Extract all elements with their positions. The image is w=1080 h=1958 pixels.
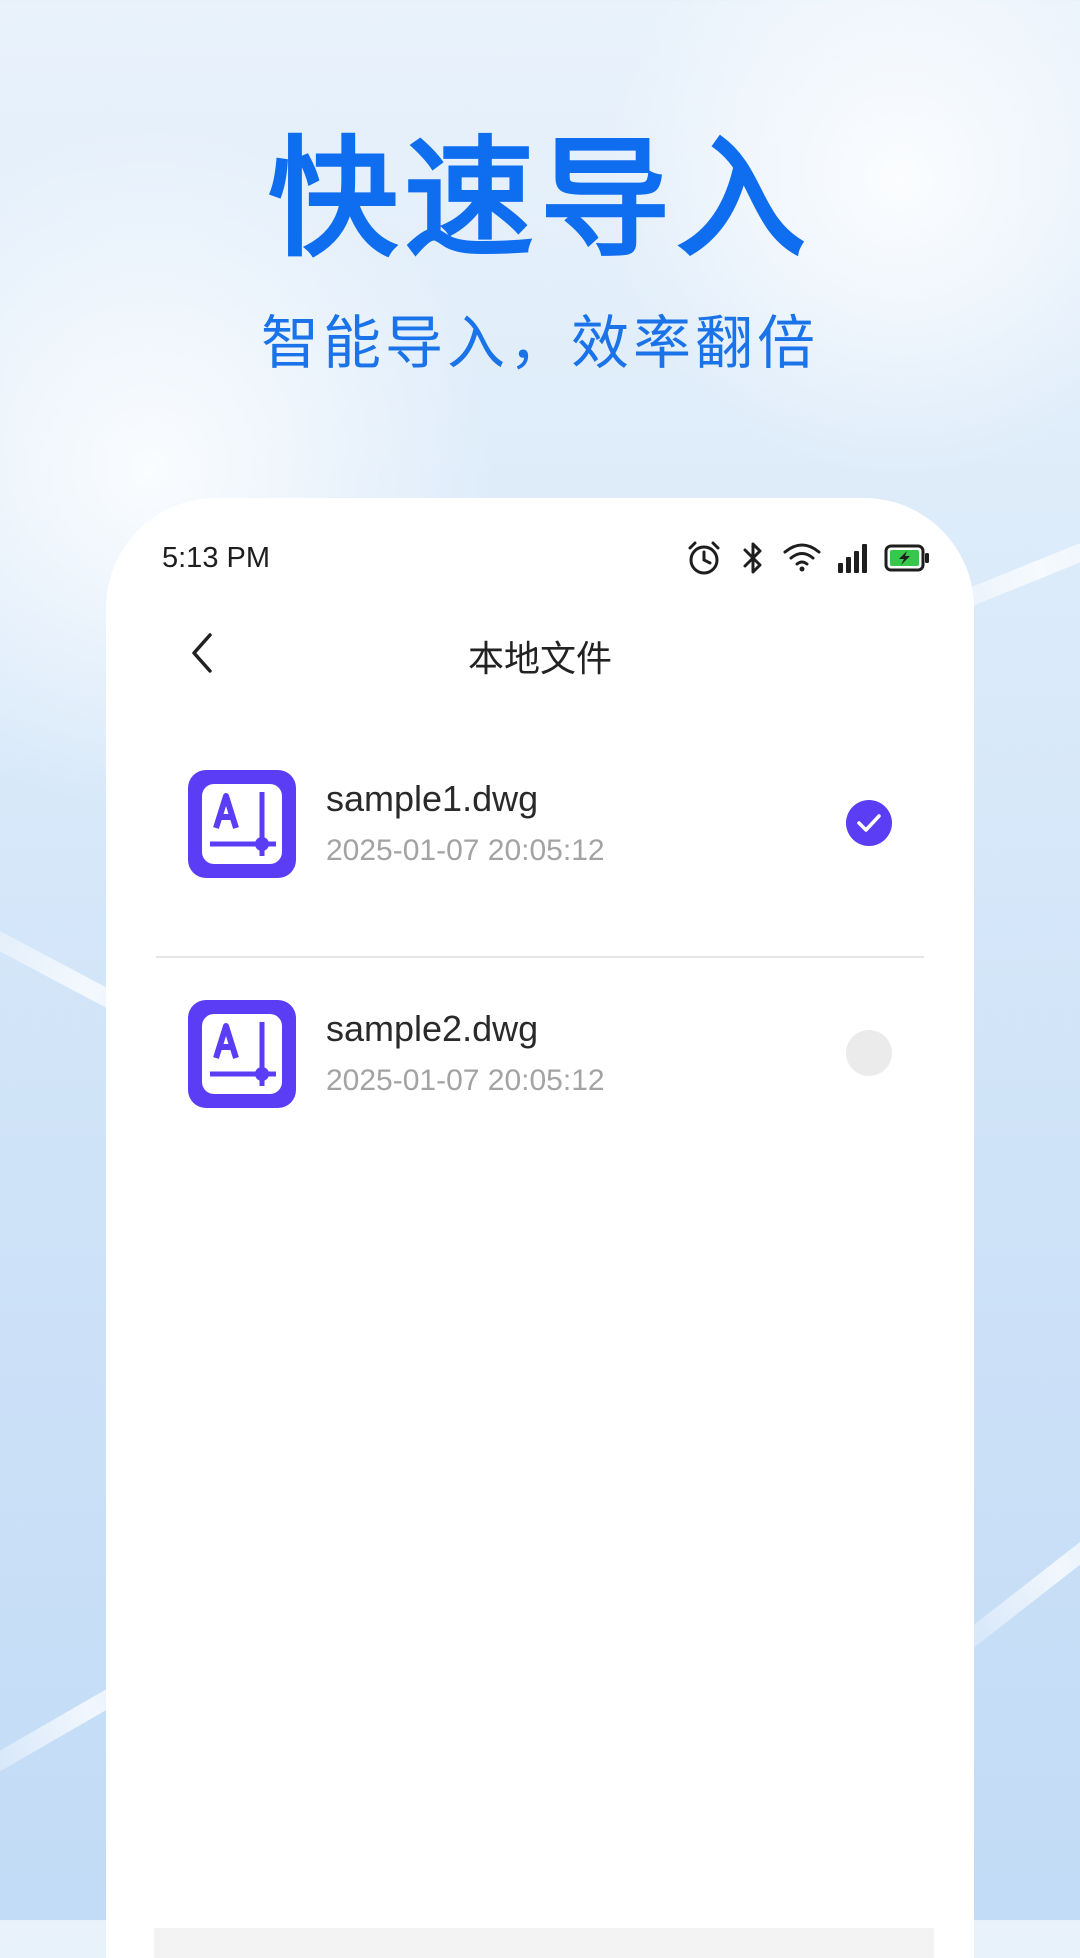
file-list-item[interactable]: sample1.dwg 2025-01-07 20:05:12 bbox=[106, 728, 974, 958]
wifi-icon bbox=[782, 540, 822, 576]
bluetooth-icon bbox=[738, 538, 768, 578]
unselected-circle-icon[interactable] bbox=[846, 1030, 892, 1076]
file-name: sample2.dwg bbox=[326, 1008, 539, 1049]
dwg-file-icon bbox=[188, 1000, 296, 1108]
status-bar: 5:13 PM bbox=[162, 536, 930, 580]
file-date: 2025-01-07 20:05:12 bbox=[326, 834, 605, 867]
file-name: sample1.dwg bbox=[326, 778, 539, 819]
signal-icon bbox=[836, 541, 870, 575]
status-icons bbox=[684, 538, 930, 578]
selected-check-icon[interactable] bbox=[846, 800, 892, 846]
battery-charging-icon bbox=[884, 543, 930, 573]
file-date: 2025-01-07 20:05:12 bbox=[326, 1064, 605, 1097]
status-time: 5:13 PM bbox=[162, 541, 270, 574]
bottom-bar bbox=[154, 1928, 934, 1958]
hero-title: 快速导入 bbox=[267, 123, 812, 275]
dwg-file-icon bbox=[188, 770, 296, 878]
nav-bar: 本地文件 bbox=[106, 618, 974, 688]
phone-screen-card: 5:13 PM 本地文件 sample1.dwg 2025-01-07 20:0… bbox=[106, 498, 974, 1958]
file-list-item[interactable]: sample2.dwg 2025-01-07 20:05:12 bbox=[106, 958, 974, 1188]
alarm-icon bbox=[684, 538, 724, 578]
file-list: sample1.dwg 2025-01-07 20:05:12 sample2.… bbox=[106, 728, 974, 1188]
hero-subtitle: 智能导入，效率翻倍 bbox=[260, 309, 819, 377]
page-title: 本地文件 bbox=[467, 639, 612, 680]
